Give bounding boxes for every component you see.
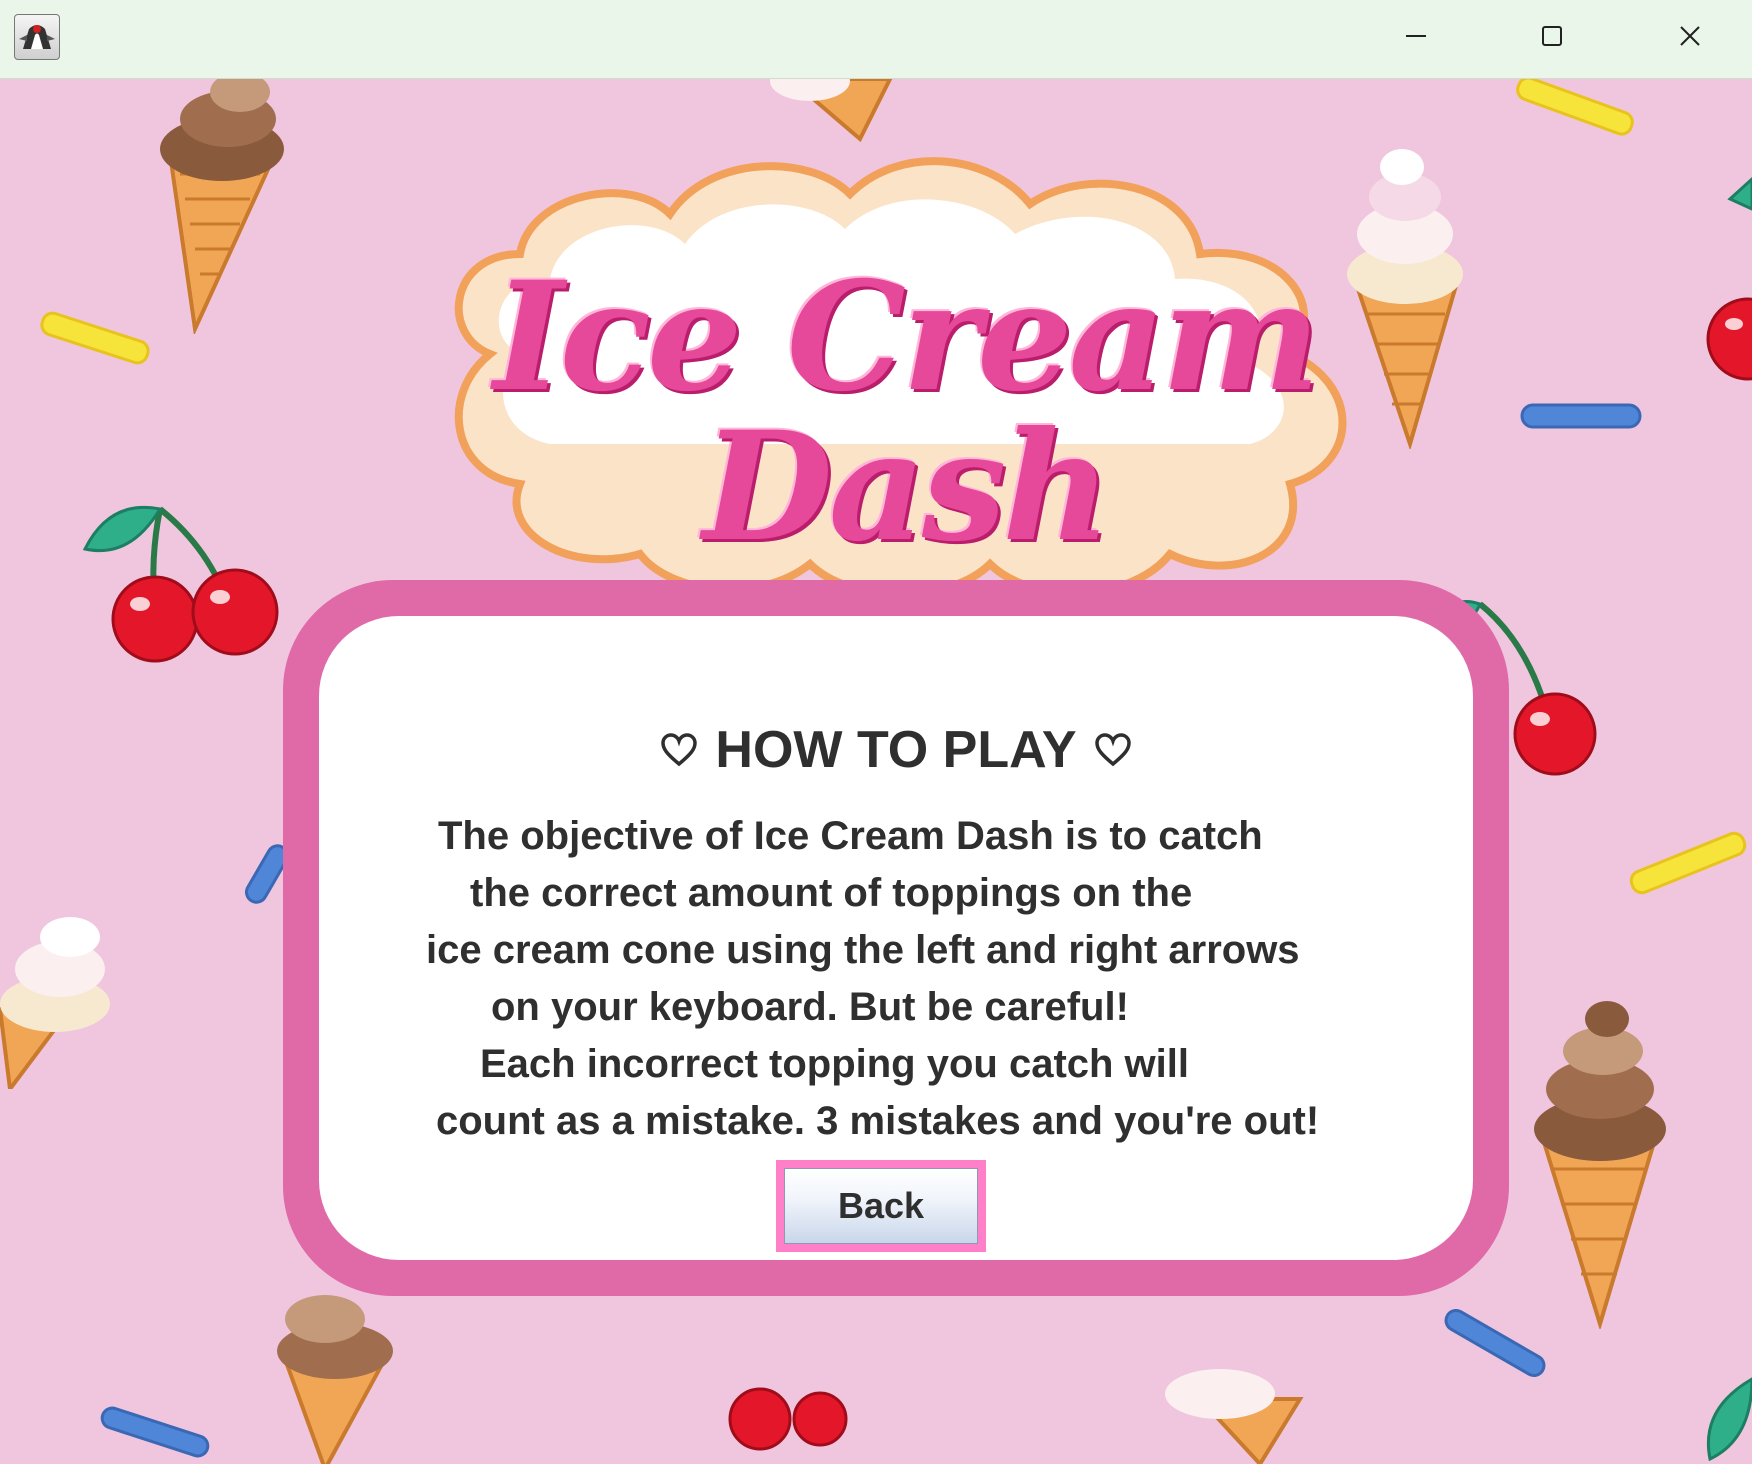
instruction-line: The objective of Ice Cream Dash is to ca… [438, 814, 1263, 858]
minimize-button[interactable] [1380, 8, 1452, 64]
java-duke-icon [14, 14, 60, 60]
game-scene: Ice Cream Dash HOW TO PLAY The objective… [0, 79, 1752, 1464]
maximize-icon [1542, 26, 1562, 46]
yellow-sprinkle-icon [40, 311, 150, 365]
instruction-line: Each incorrect topping you catch will [480, 1042, 1190, 1086]
blue-sprinkle-icon [100, 1406, 210, 1458]
chocolate-ice-cream-cone-icon [1534, 1001, 1666, 1329]
instruction-line: count as a mistake. 3 mistakes and you'r… [436, 1099, 1320, 1143]
back-button[interactable]: Back [784, 1168, 978, 1244]
panel-title: HOW TO PLAY [715, 721, 1077, 779]
cherries-icon [1706, 176, 1752, 381]
close-icon [1680, 26, 1700, 46]
yellow-sprinkle-icon [1516, 79, 1634, 136]
vanilla-ice-cream-cone-icon [1165, 1369, 1304, 1464]
maximize-button[interactable] [1516, 8, 1588, 64]
how-to-play-panel: HOW TO PLAY The objective of Ice Cream D… [283, 580, 1509, 1296]
panel-content: HOW TO PLAY The objective of Ice Cream D… [319, 616, 1473, 1260]
yellow-sprinkle-icon [1629, 831, 1747, 895]
title-bar [0, 0, 1752, 79]
cherries-icon [728, 1387, 848, 1451]
heart-outline-icon [661, 733, 698, 767]
chocolate-ice-cream-cone-icon [160, 79, 284, 334]
instruction-line: on your keyboard. But be careful! [491, 985, 1129, 1029]
game-window: Ice Cream Dash HOW TO PLAY The objective… [0, 0, 1752, 1464]
blue-sprinkle-icon [1520, 403, 1642, 429]
instruction-line: ice cream cone using the left and right … [426, 928, 1300, 972]
chocolate-ice-cream-cone-icon [277, 1295, 393, 1464]
vanilla-ice-cream-cone-icon [0, 917, 110, 1089]
panel-heading: HOW TO PLAY [319, 720, 1473, 780]
logo-title-line2: Dash [702, 399, 1112, 575]
cherries-icon [82, 505, 279, 663]
instruction-line: the correct amount of toppings on the [470, 871, 1193, 915]
minimize-icon [1406, 35, 1426, 37]
leaf-icon [1706, 1377, 1752, 1462]
heart-outline-icon [1094, 733, 1131, 767]
game-logo: Ice Cream Dash [430, 134, 1380, 634]
back-button-focus-ring: Back [776, 1160, 986, 1252]
close-button[interactable] [1654, 8, 1726, 64]
